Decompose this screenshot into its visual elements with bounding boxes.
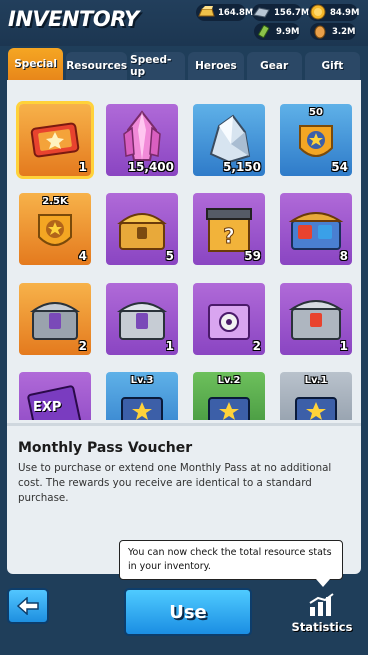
top-bar: INVENTORY 164.8M 156.7M 84.9M 9.9M 3.2M [0,0,368,46]
resource-gold-value: 164.8M [218,7,254,18]
iron-ingot-icon [252,2,272,22]
item-qty: 5 [165,249,174,263]
details-divider [7,423,361,426]
arrow-left-icon [16,597,39,615]
item-p-chest-orange[interactable]: 2 [19,283,91,355]
exp-card-label: EXP [33,400,62,415]
item-qty: 2 [78,339,87,353]
item-qty: 15,400 [127,160,174,174]
item-top-label: Lv.1 [304,375,328,386]
inventory-panel: 1 15,400 5,150 50 54 2.5K 4 5 ? 59 8 2 1… [7,80,361,574]
tab-gift[interactable]: Gift [304,52,361,80]
item-badge-2-5k[interactable]: 2.5K 4 [19,193,91,265]
item-detail-description: Use to purchase or extend one Monthly Pa… [18,462,332,504]
item-exp-card[interactable]: EXP [19,372,91,420]
item-qty: 1 [78,160,87,174]
item-p-chest-purple[interactable]: 1 [106,283,178,355]
item-pink-crystal[interactable]: 15,400 [106,104,178,176]
tab-heroes[interactable]: Heroes [188,52,244,80]
item-multiplier-chest[interactable]: 8 [280,193,352,265]
item-gold-chest[interactable]: 5 [106,193,178,265]
statistics-button[interactable]: Statistics [285,592,359,648]
item-top-label: 50 [309,107,323,118]
coin-icon [308,2,328,22]
back-button[interactable] [7,588,49,624]
item-qty: 1 [165,339,174,353]
item-qty: 2 [252,339,261,353]
tab-speed-up[interactable]: Speed-up [130,52,186,80]
resource-coin-value: 84.9M [330,7,360,18]
resource-iron-value: 156.7M [274,7,310,18]
item-detail-title: Monthly Pass Voucher [18,440,193,456]
item-qty: 54 [331,160,348,174]
resource-oil[interactable]: 9.9M [254,23,300,40]
svg-text:?: ? [223,224,235,248]
item-steel-chest[interactable]: 1 [280,283,352,355]
item-hero-chest-lv3[interactable]: Lv.3 [106,372,178,420]
resource-iron[interactable]: 156.7M [252,2,309,22]
item-qty: 8 [339,249,348,263]
tab-resources[interactable]: Resources [66,52,128,80]
resource-coin[interactable]: 84.9M [308,2,360,22]
item-qty: 5,150 [223,160,261,174]
item-top-label: 2.5K [42,196,68,207]
item-hero-chest-lv1[interactable]: Lv.1 [280,372,352,420]
resource-food[interactable]: 3.2M [310,23,356,40]
resource-oil-value: 9.9M [276,26,300,37]
item-qty: 1 [339,339,348,353]
statistics-label: Statistics [291,620,353,634]
food-icon [310,21,330,41]
use-button[interactable]: Use [124,588,252,636]
item-gear-chest[interactable]: 2 [193,283,265,355]
item-top-label: Lv.2 [217,375,241,386]
item-monthly-pass-voucher[interactable]: 1 [19,104,91,176]
bar-chart-icon [309,593,334,616]
resource-gold[interactable]: 164.8M [196,2,253,22]
tooltip-text: You can now check the total resource sta… [128,547,332,572]
item-badge-50[interactable]: 50 54 [280,104,352,176]
item-top-label: Lv.3 [130,375,154,386]
oil-icon [254,21,274,41]
resource-food-value: 3.2M [332,26,356,37]
tab-special[interactable]: Special [8,48,64,80]
tab-gear[interactable]: Gear [246,52,302,80]
item-mystery-box[interactable]: ? 59 [193,193,265,265]
item-silver-crystal[interactable]: 5,150 [193,104,265,176]
gold-bar-icon [196,2,216,22]
statistics-tooltip: You can now check the total resource sta… [119,540,343,587]
item-qty: 4 [78,249,87,263]
item-qty: 59 [244,249,261,263]
item-grid[interactable]: 1 15,400 5,150 50 54 2.5K 4 5 ? 59 8 2 1… [15,90,353,420]
page-title: INVENTORY [8,7,139,31]
category-tabs: Special Resources Speed-up Heroes Gear G… [8,48,361,80]
item-hero-chest-lv2[interactable]: Lv.2 [193,372,265,420]
